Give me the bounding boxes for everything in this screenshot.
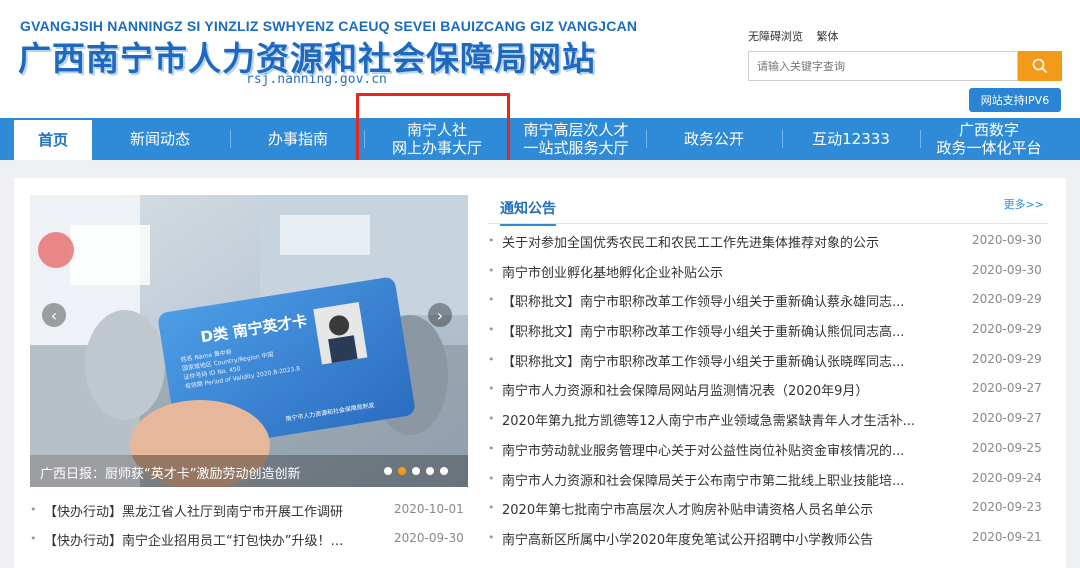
bullet-icon: • [488, 530, 495, 544]
notice-title[interactable]: 2020年第七批南宁市高层次人才购房补贴申请资格人员名单公示 [502, 499, 942, 518]
chevron-right-icon: › [436, 305, 444, 325]
bullet-icon: • [488, 471, 495, 485]
notice-title[interactable]: 南宁市劳动就业服务管理中心关于对公益性岗位补贴资金审核情况的... [502, 440, 942, 459]
more-link[interactable]: 更多>> [1004, 196, 1044, 212]
carousel-dot[interactable] [426, 467, 434, 475]
nav-divider [782, 130, 783, 148]
carousel-dot[interactable] [440, 467, 448, 475]
nav-news[interactable]: 新闻动态 [100, 118, 220, 160]
notice-date: 2020-09-27 [972, 381, 1042, 396]
table-row[interactable]: • 南宁市人力资源和社会保障局关于公布南宁市第二批线上职业技能培... 2020-0… [488, 468, 1048, 498]
bullet-icon: • [488, 352, 495, 366]
nav-government-affairs[interactable]: 政务公开 [652, 118, 776, 160]
table-row[interactable]: • 南宁高新区所属中小学2020年度免笔试公开招聘中小学教师公告 2020-09-2… [488, 527, 1048, 557]
card-id-value: 450 [228, 365, 242, 375]
nav-online-hall[interactable]: 南宁人社 网上办事大厅 [372, 118, 502, 160]
notice-title[interactable]: 【职称批文】南宁市职称改革工作领导小组关于重新确认张晓晖同志... [502, 351, 942, 370]
site-domain: rsj.nanning.gov.cn [246, 72, 387, 87]
carousel-next-button[interactable]: › [428, 303, 452, 327]
bullet-icon: • [488, 293, 495, 307]
table-row[interactable]: • 【职称批文】南宁市职称改革工作领导小组关于重新确认熊侃同志高... 2020-0… [488, 319, 1048, 349]
notice-date: 2020-09-23 [972, 500, 1042, 515]
nav-interaction-12333[interactable]: 互动12333 [788, 118, 914, 160]
table-row[interactable]: • 2020年第九批方凯德等12人南宁市产业领域急需紧缺青年人才生活补... 202… [488, 408, 1048, 438]
nav-divider [920, 130, 921, 148]
nav-digital-platform[interactable]: 广西数字 政务一体化平台 [924, 118, 1054, 160]
bullet-icon: • [488, 323, 495, 337]
notice-date: 2020-09-29 [972, 322, 1042, 337]
notice-date: 2020-09-30 [972, 233, 1042, 247]
bullet-icon: • [30, 503, 37, 516]
notice-date: 2020-09-29 [972, 292, 1042, 307]
notices-section: 通知公告 更多>> • 关于对参加全国优秀农民工和农民工工作先进集体推荐对象的公示… [488, 190, 1048, 548]
notice-title[interactable]: 【职称批文】南宁市职称改革工作领导小组关于重新确认蔡永雄同志... [502, 291, 942, 310]
notice-date: 2020-09-25 [972, 440, 1042, 455]
search-input[interactable] [748, 51, 1018, 81]
chevron-left-icon: ‹ [50, 305, 58, 325]
notices-header: 通知公告 更多>> [488, 190, 1048, 226]
bullet-icon: • [488, 234, 495, 247]
notice-title[interactable]: 南宁市人力资源和社会保障局网站月监测情况表（2020年9月） [502, 380, 942, 399]
nav-guide[interactable]: 办事指南 [238, 118, 358, 160]
bullet-icon: • [488, 441, 495, 455]
notice-list: • 关于对参加全国优秀农民工和农民工工作先进集体推荐对象的公示 2020-09-30… [488, 230, 1048, 557]
table-row[interactable]: • 关于对参加全国优秀农民工和农民工工作先进集体推荐对象的公示 2020-09-30 [488, 230, 1048, 260]
list-item[interactable]: • 【快办行动】南宁企业招用员工“打包快办”升级！… 2020-09-30 [30, 528, 468, 557]
bullet-icon: • [488, 412, 495, 426]
quick-action-news-list: • 【快办行动】黑龙江省人社厅到南宁市开展工作调研 2020-10-01 • 【… [30, 499, 468, 557]
notice-date: 2020-09-21 [972, 529, 1042, 544]
table-row[interactable]: • 【职称批文】南宁市职称改革工作领导小组关于重新确认蔡永雄同志... 2020-0… [488, 289, 1048, 319]
nav-divider [364, 130, 365, 148]
list-item-title[interactable]: 【快办行动】南宁企业招用员工“打包快办”升级！… [44, 530, 389, 549]
table-row[interactable]: • 2020年第七批南宁市高层次人才购房补贴申请资格人员名单公示 2020-09-2… [488, 497, 1048, 527]
notice-date: 2020-09-27 [972, 411, 1042, 426]
traditional-chinese-link[interactable]: 繁体 [817, 30, 839, 43]
accessible-browse-link[interactable]: 无障碍浏览 [748, 30, 803, 43]
carousel-dot[interactable] [412, 467, 420, 475]
main-nav: 首页 新闻动态 办事指南 南宁人社 网上办事大厅 南宁高层次人才 一站式服务大厅… [0, 118, 1080, 160]
carousel-photo [30, 195, 468, 487]
bullet-icon: • [488, 382, 495, 396]
bullet-icon: • [488, 501, 495, 515]
notice-date: 2020-09-29 [972, 351, 1042, 366]
notice-title[interactable]: 【职称批文】南宁市职称改革工作领导小组关于重新确认熊侃同志高... [502, 321, 942, 340]
list-item-date: 2020-10-01 [394, 502, 464, 516]
nav-divider [508, 130, 509, 148]
site-header: GVANGJSIH NANNINGZ SI YINZLIZ SWHYENZ CA… [0, 0, 1080, 116]
search-icon [1032, 58, 1048, 74]
carousel-prev-button[interactable]: ‹ [42, 303, 66, 327]
notice-title[interactable]: 南宁市创业孵化基地孵化企业补贴公示 [502, 262, 942, 281]
news-carousel[interactable]: D类 南宁英才卡 姓名 Name 黄中新 国家或地区 Country/Regio… [30, 195, 468, 487]
notice-date: 2020-09-30 [972, 262, 1042, 277]
table-row[interactable]: • 南宁市创业孵化基地孵化企业补贴公示 2020-09-30 [488, 260, 1048, 290]
list-item-date: 2020-09-30 [394, 531, 464, 545]
notice-title[interactable]: 关于对参加全国优秀农民工和农民工工作先进集体推荐对象的公示 [502, 232, 942, 251]
nav-divider [230, 130, 231, 148]
table-row[interactable]: • 【职称批文】南宁市职称改革工作领导小组关于重新确认张晓晖同志... 2020-0… [488, 349, 1048, 379]
nav-divider [646, 130, 647, 148]
notice-title[interactable]: 南宁市人力资源和社会保障局关于公布南宁市第二批线上职业技能培... [502, 470, 942, 489]
card-nationality-value: 中国 [260, 351, 274, 360]
carousel-dots [384, 467, 448, 475]
nav-home[interactable]: 首页 [14, 120, 92, 160]
list-item-title[interactable]: 【快办行动】黑龙江省人社厅到南宁市开展工作调研 [44, 501, 389, 520]
nav-talent-hall[interactable]: 南宁高层次人才 一站式服务大厅 [512, 118, 640, 160]
notice-title[interactable]: 南宁高新区所属中小学2020年度免笔试公开招聘中小学教师公告 [502, 529, 942, 548]
top-links: 无障碍浏览 繁体 [748, 28, 849, 44]
carousel-dot-active[interactable] [398, 467, 406, 475]
ipv6-badge[interactable]: 网站支持IPV6 [969, 88, 1061, 112]
list-item[interactable]: • 【快办行动】黑龙江省人社厅到南宁市开展工作调研 2020-10-01 [30, 499, 468, 528]
notice-date: 2020-09-24 [972, 470, 1042, 485]
table-row[interactable]: • 南宁市人力资源和社会保障局网站月监测情况表（2020年9月） 2020-09-2… [488, 378, 1048, 408]
table-row[interactable]: • 南宁市劳动就业服务管理中心关于对公益性岗位补贴资金审核情况的... 2020-0… [488, 438, 1048, 468]
bullet-icon: • [30, 532, 37, 545]
carousel-dot[interactable] [384, 467, 392, 475]
bullet-icon: • [488, 263, 495, 277]
search-button[interactable] [1018, 51, 1062, 81]
notice-title[interactable]: 2020年第九批方凯德等12人南宁市产业领域急需紧缺青年人才生活补... [502, 410, 942, 429]
tab-notices[interactable]: 通知公告 [500, 198, 556, 226]
